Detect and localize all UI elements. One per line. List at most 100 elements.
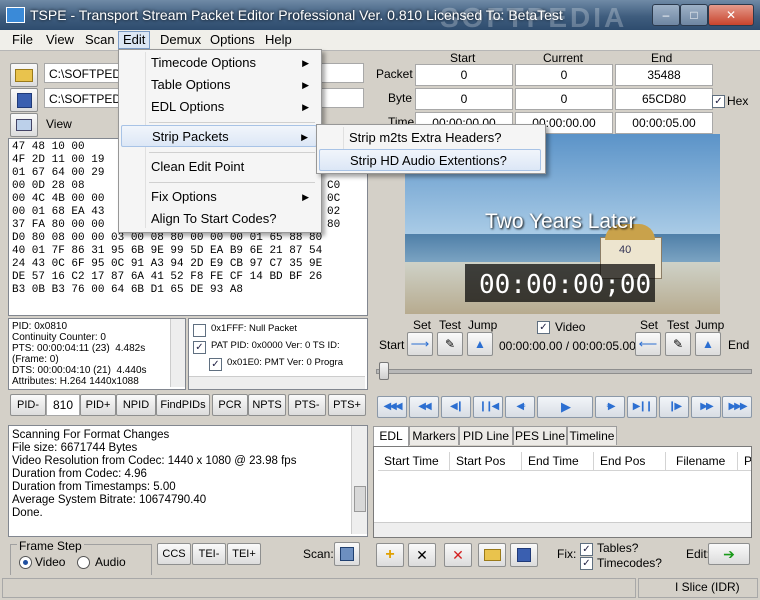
pts-minus-button[interactable]: PTS- (288, 394, 326, 416)
tei-minus-button[interactable]: TEI- (192, 543, 226, 565)
pid-value-field[interactable]: 810 (46, 394, 80, 416)
menu-strip-hd-audio[interactable]: Strip HD Audio Extentions? (319, 149, 541, 171)
pmt-checkbox[interactable]: ✓ (209, 358, 222, 371)
minimize-button[interactable]: – (652, 4, 680, 26)
col-start-pos[interactable]: Start Pos (450, 452, 522, 470)
tei-plus-button[interactable]: TEI+ (227, 543, 261, 565)
set-start-button[interactable]: ⟶ (407, 332, 433, 356)
npts-button[interactable]: NPTS (248, 394, 286, 416)
next-step-button[interactable]: ▶❙❙ (627, 396, 657, 418)
scan-button[interactable] (334, 542, 360, 566)
menu-help[interactable]: Help (261, 32, 296, 48)
tab-pid-line[interactable]: PID Line (459, 426, 513, 445)
prev-frame-button[interactable]: ◀❙ (441, 396, 471, 418)
pat-checkbox[interactable]: ✓ (193, 341, 206, 354)
set-end-button[interactable]: ⟵ (635, 332, 661, 356)
save-edl-button[interactable] (510, 543, 538, 567)
menu-align-start-codes[interactable]: Align To Start Codes? (121, 208, 317, 230)
delete-button[interactable]: ✕ (408, 543, 436, 567)
first-frame-button[interactable]: ◀◀◀ (377, 396, 407, 418)
menu-clean-edit-point[interactable]: Clean Edit Point (121, 156, 317, 178)
next-frame-button[interactable]: ❙▶ (659, 396, 689, 418)
byte-end-field[interactable]: 65CD80 (615, 88, 713, 110)
ccs-button[interactable]: CCS (157, 543, 191, 565)
col-pl[interactable]: Pl (738, 452, 751, 470)
view-icon (16, 119, 32, 131)
seek-slider[interactable] (376, 362, 752, 380)
menu-options[interactable]: Options (206, 32, 259, 48)
col-end-time[interactable]: End Time (522, 452, 594, 470)
close-button[interactable]: ✕ (708, 4, 754, 26)
menu-scan[interactable]: Scan (81, 32, 119, 48)
menu-fix-options[interactable]: Fix Options ▶ (121, 186, 317, 208)
tables-checkbox[interactable]: ✓ (580, 543, 593, 556)
edit-go-button[interactable]: ➔ (708, 543, 750, 565)
menu-edit[interactable]: Edit (118, 31, 151, 49)
packet-info-lines: PID: 0x0810 Continuity Counter: 0 PTS: 00:… (12, 321, 147, 387)
next-gop-button[interactable]: ▶▶ (691, 396, 721, 418)
npid-button[interactable]: NPID (116, 394, 156, 416)
tab-edl[interactable]: EDL (373, 426, 409, 446)
packet-info-scrollbar[interactable] (170, 319, 185, 387)
col-start-time[interactable]: Start Time (378, 452, 450, 470)
last-frame-button[interactable]: ▶▶▶ (722, 396, 752, 418)
menu-table-options[interactable]: Table Options ▶ (121, 74, 317, 96)
col-filename[interactable]: Filename (666, 452, 738, 470)
tab-timeline[interactable]: Timeline (567, 426, 617, 445)
pid-minus-button[interactable]: PID- (10, 394, 46, 416)
next-mark-button[interactable]: ▫▶ (595, 396, 625, 418)
packet-end-field[interactable]: 35488 (615, 64, 713, 86)
menu-strip-m2ts-headers[interactable]: Strip m2ts Extra Headers? (319, 127, 541, 149)
byte-current-field[interactable]: 0 (515, 88, 613, 110)
video-checkbox[interactable]: ✓ (537, 321, 550, 334)
video-timecode: 00:00:00;00 (479, 270, 652, 300)
add-edl-button[interactable]: + (376, 543, 404, 567)
packet-start-field[interactable]: 0 (415, 64, 513, 86)
menu-file[interactable]: File (8, 32, 37, 48)
title-bar: TSPE - Transport Stream Packet Editor Pr… (0, 0, 760, 33)
video-radio[interactable] (19, 556, 32, 569)
menu-strip-packets[interactable]: Strip Packets ▶ (121, 125, 317, 147)
jump-end-button[interactable]: ▲ (695, 332, 721, 356)
time-end-field[interactable]: 00:00:05.00 (615, 112, 713, 134)
menu-edl-options[interactable]: EDL Options ▶ (121, 96, 317, 118)
packet-current-field[interactable]: 0 (515, 64, 613, 86)
open-edl-button[interactable] (478, 543, 506, 567)
maximize-button[interactable]: □ (680, 4, 708, 26)
prev-mark-button[interactable]: ◀▫ (505, 396, 535, 418)
null-packet-checkbox[interactable] (193, 324, 206, 337)
hex-checkbox[interactable]: ✓ (712, 95, 725, 108)
jump-start-button[interactable]: ▲ (467, 332, 493, 356)
pts-plus-button[interactable]: PTS+ (328, 394, 366, 416)
menu-timecode-options[interactable]: Timecode Options ▶ (121, 52, 317, 74)
test-start-button[interactable]: ✎ (437, 332, 463, 356)
save-file-button[interactable] (10, 88, 38, 112)
prev-gop-button[interactable]: ◀◀ (409, 396, 439, 418)
open-file-button[interactable] (10, 63, 38, 87)
byte-start-field[interactable]: 0 (415, 88, 513, 110)
findpids-button[interactable]: FindPIDs (156, 394, 210, 416)
audio-radio[interactable] (77, 556, 90, 569)
pid-tree-pat[interactable]: ✓ PAT PID: 0x0000 Ver: 0 TS ID: (193, 340, 340, 354)
pid-plus-button[interactable]: PID+ (80, 394, 116, 416)
log-scrollbar[interactable] (351, 426, 367, 534)
menu-view[interactable]: View (42, 32, 78, 48)
test-end-button[interactable]: ✎ (665, 332, 691, 356)
seek-slider-thumb[interactable] (379, 362, 389, 380)
pid-tree-null[interactable]: 0x1FFF: Null Packet (193, 323, 297, 337)
clear-button[interactable]: ✕ (444, 543, 472, 567)
pid-tree-hscrollbar[interactable] (189, 376, 365, 389)
view-button[interactable] (10, 113, 38, 137)
timecodes-checkbox[interactable]: ✓ (580, 557, 593, 570)
pid-tree-pmt[interactable]: ✓ 0x01E0: PMT Ver: 0 Progra (209, 357, 343, 371)
pid-tree-panel[interactable]: 0x1FFF: Null Packet ✓ PAT PID: 0x0000 Ve… (188, 318, 368, 390)
edl-table[interactable]: Start Time Start Pos End Time End Pos Fi… (373, 446, 752, 538)
edl-hscrollbar[interactable] (374, 522, 751, 537)
menu-demux[interactable]: Demux (156, 32, 205, 48)
pcr-button[interactable]: PCR (212, 394, 248, 416)
prev-step-button[interactable]: ❙❙◀ (473, 396, 503, 418)
tab-markers[interactable]: Markers (409, 426, 459, 445)
tab-pes-line[interactable]: PES Line (513, 426, 567, 445)
play-button[interactable]: ▶ (537, 396, 593, 418)
col-end-pos[interactable]: End Pos (594, 452, 666, 470)
